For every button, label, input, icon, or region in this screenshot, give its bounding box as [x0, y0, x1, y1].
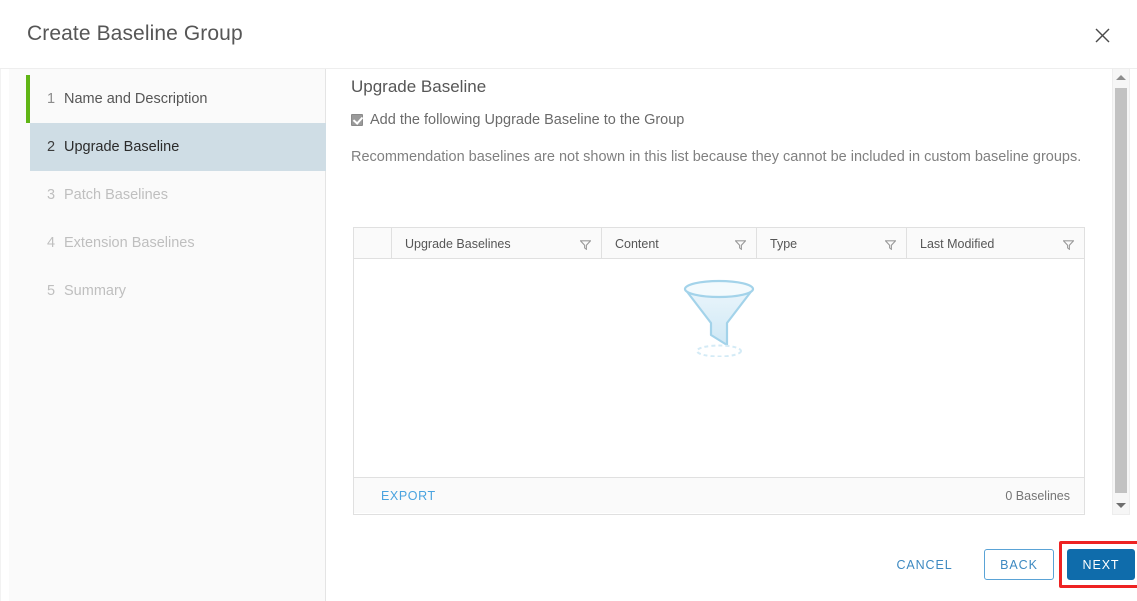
column-header-upgrade-baselines[interactable]: Upgrade Baselines [391, 228, 601, 259]
table-header-row: Upgrade Baselines Content Type Last Modi… [354, 228, 1084, 259]
column-header-label: Last Modified [920, 236, 995, 251]
step-number: 1 [47, 91, 56, 107]
column-header-label: Upgrade Baselines [405, 236, 511, 251]
create-baseline-group-dialog: Create Baseline Group 1 Name and Descrip… [0, 0, 1137, 601]
sidebar-item-summary[interactable]: 5 Summary [30, 267, 326, 315]
sidebar-item-name-and-description[interactable]: 1 Name and Description [30, 75, 326, 123]
vertical-scrollbar[interactable] [1112, 68, 1130, 515]
checkbox-checked-icon [351, 114, 363, 126]
upgrade-baselines-table: Upgrade Baselines Content Type Last Modi… [353, 227, 1085, 515]
filter-icon[interactable] [1062, 239, 1075, 253]
column-header-label: Type [770, 236, 798, 251]
column-header-label: Content [615, 236, 659, 251]
step-label: Upgrade Baseline [64, 139, 180, 155]
column-header-select-all[interactable] [354, 228, 391, 259]
chevron-down-icon[interactable] [1113, 497, 1129, 514]
funnel-icon [675, 279, 763, 362]
filter-icon[interactable] [579, 239, 592, 253]
column-header-content[interactable]: Content [601, 228, 756, 259]
column-header-last-modified[interactable]: Last Modified [906, 228, 1084, 259]
close-icon[interactable] [1089, 22, 1115, 48]
filter-icon[interactable] [734, 239, 747, 253]
checkbox-label: Add the following Upgrade Baseline to th… [370, 112, 685, 128]
scrollbar-thumb[interactable] [1115, 88, 1127, 493]
table-body-empty-state [354, 259, 1084, 477]
row-count-label: 0 Baselines [1005, 488, 1070, 503]
dialog-footer: CANCEL BACK NEXT [327, 532, 1137, 601]
sidebar-item-extension-baselines[interactable]: 4 Extension Baselines [30, 219, 326, 267]
step-number: 5 [47, 283, 56, 299]
page-title: Create Baseline Group [27, 22, 243, 45]
step-label: Extension Baselines [64, 235, 195, 251]
step-number: 2 [47, 139, 56, 155]
step-number: 3 [47, 187, 56, 203]
filter-icon[interactable] [884, 239, 897, 253]
next-button[interactable]: NEXT [1067, 549, 1135, 580]
wizard-main-pane: Upgrade Baseline Add the following Upgra… [327, 69, 1137, 601]
cancel-button[interactable]: CANCEL [882, 549, 967, 580]
pane-title: Upgrade Baseline [351, 77, 487, 96]
step-label: Patch Baselines [64, 187, 168, 203]
sidebar-item-upgrade-baseline[interactable]: 2 Upgrade Baseline [30, 123, 326, 171]
wizard-sidebar: 1 Name and Description 2 Upgrade Baselin… [9, 69, 326, 601]
pane-description: Recommendation baselines are not shown i… [351, 149, 1082, 165]
step-number: 4 [47, 235, 56, 251]
add-upgrade-baseline-checkbox[interactable]: Add the following Upgrade Baseline to th… [351, 112, 684, 128]
step-label: Summary [64, 283, 127, 299]
chevron-up-icon[interactable] [1113, 69, 1129, 86]
dialog-body: 1 Name and Description 2 Upgrade Baselin… [0, 68, 1137, 601]
export-button[interactable]: EXPORT [381, 489, 436, 503]
step-label: Name and Description [64, 91, 208, 107]
sidebar-item-patch-baselines[interactable]: 3 Patch Baselines [30, 171, 326, 219]
back-button[interactable]: BACK [984, 549, 1054, 580]
dialog-titlebar: Create Baseline Group [0, 0, 1137, 68]
table-footer: EXPORT 0 Baselines [354, 477, 1084, 513]
column-header-type[interactable]: Type [756, 228, 906, 259]
